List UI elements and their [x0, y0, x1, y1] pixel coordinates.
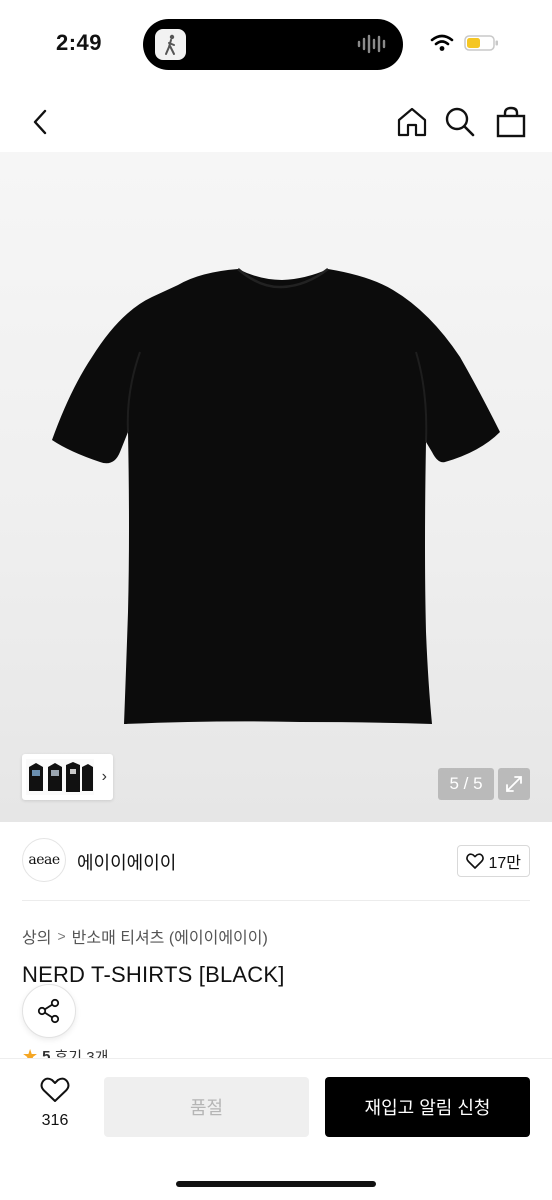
breadcrumb-subcategory[interactable]: 반소매 티셔츠 (에이이에이이): [72, 924, 268, 948]
chevron-right-icon: >: [57, 928, 66, 944]
brand-name[interactable]: 에이이에이이: [77, 849, 176, 875]
share-button[interactable]: [22, 984, 76, 1038]
soldout-button: 품절: [104, 1077, 309, 1137]
dynamic-island: [143, 19, 403, 70]
heart-icon: [466, 853, 485, 869]
share-icon: [37, 998, 60, 1024]
thumbnail-arrow-icon: ›: [101, 768, 107, 785]
brand-row[interactable]: aeae 에이이에이이 17만: [22, 838, 530, 884]
top-navigation: [0, 92, 552, 152]
thumbnail-strip[interactable]: ›: [22, 754, 113, 800]
heart-icon: [40, 1077, 70, 1102]
breadcrumb-category[interactable]: 상의: [22, 924, 51, 948]
breadcrumb: 상의 > 반소매 티셔츠 (에이이에이이): [22, 924, 268, 948]
walking-figure-icon: [155, 29, 186, 60]
wishlist-button[interactable]: 316: [30, 1077, 80, 1137]
search-icon: [445, 107, 475, 137]
status-time: 2:49: [56, 30, 103, 55]
back-icon: [33, 109, 47, 135]
brand-like-count: 17만: [488, 855, 521, 872]
restock-alert-button[interactable]: 재입고 알림 신청: [325, 1077, 530, 1137]
brand-like-button[interactable]: 17만: [457, 845, 530, 877]
battery-icon: [464, 35, 498, 51]
bag-icon: [496, 106, 526, 138]
tshirt-image: [52, 268, 500, 724]
wifi-icon: [430, 34, 454, 51]
brand-logo[interactable]: aeae: [22, 838, 66, 882]
status-bar: 2:49: [0, 0, 552, 90]
back-button[interactable]: [24, 104, 56, 140]
home-button[interactable]: [394, 104, 430, 140]
audio-wave-icon: [357, 34, 386, 54]
thumbnail-images: [26, 759, 94, 795]
divider: [22, 900, 530, 901]
wishlist-count: 316: [41, 1112, 69, 1129]
cart-button[interactable]: [493, 104, 529, 140]
product-title: NERD T-SHIRTS [BLACK]: [22, 962, 285, 987]
expand-button[interactable]: [498, 768, 530, 800]
home-icon: [397, 107, 427, 137]
page-indicator: 5 / 5: [438, 768, 494, 800]
search-button[interactable]: [442, 104, 478, 140]
home-indicator: [176, 1181, 376, 1187]
product-image-gallery[interactable]: › 5 / 5: [0, 152, 552, 822]
expand-icon: [506, 776, 522, 792]
bottom-action-bar: 316 품절 재입고 알림 신청: [0, 1058, 552, 1200]
status-icons: [430, 34, 500, 52]
